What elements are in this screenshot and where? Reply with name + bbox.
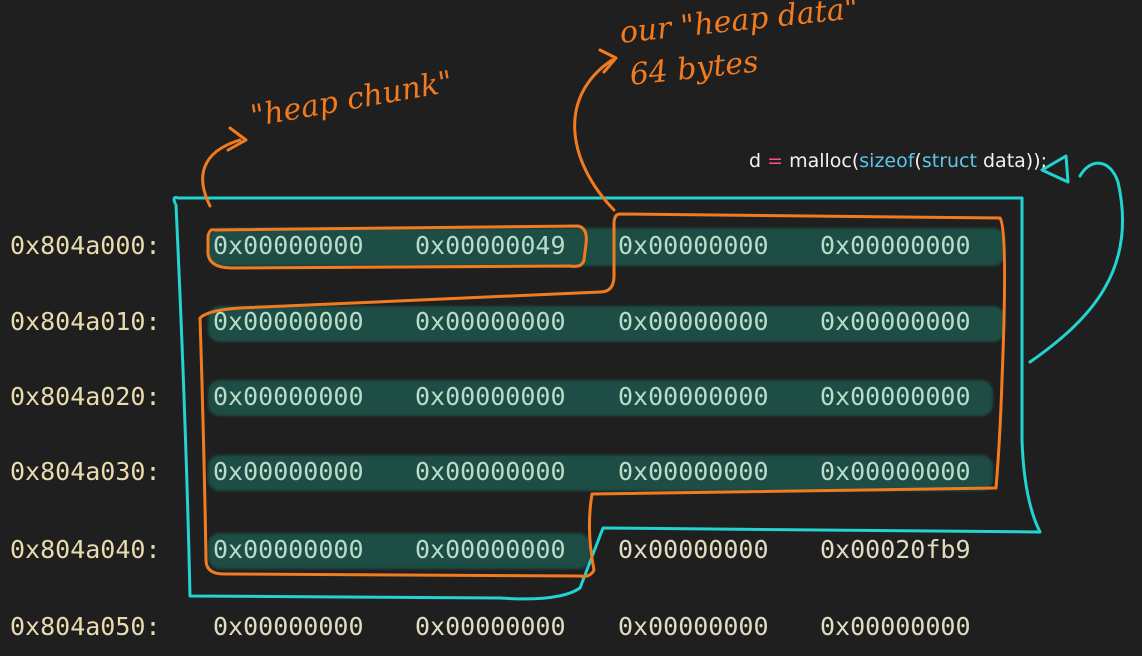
ink-overlay xyxy=(172,48,1124,601)
allocation-outline xyxy=(172,196,1042,601)
heap-diagram: 0x804a000: 0x00000000 0x00000049 0x00000… xyxy=(0,0,1142,656)
arrowhead-icon xyxy=(1040,154,1070,184)
chunk-header-box xyxy=(206,224,588,270)
heap-data-arrow xyxy=(573,58,616,212)
malloc-link-curve xyxy=(1028,161,1124,364)
arrowhead-icon xyxy=(226,126,248,152)
heap-chunk-arrow xyxy=(201,138,242,208)
